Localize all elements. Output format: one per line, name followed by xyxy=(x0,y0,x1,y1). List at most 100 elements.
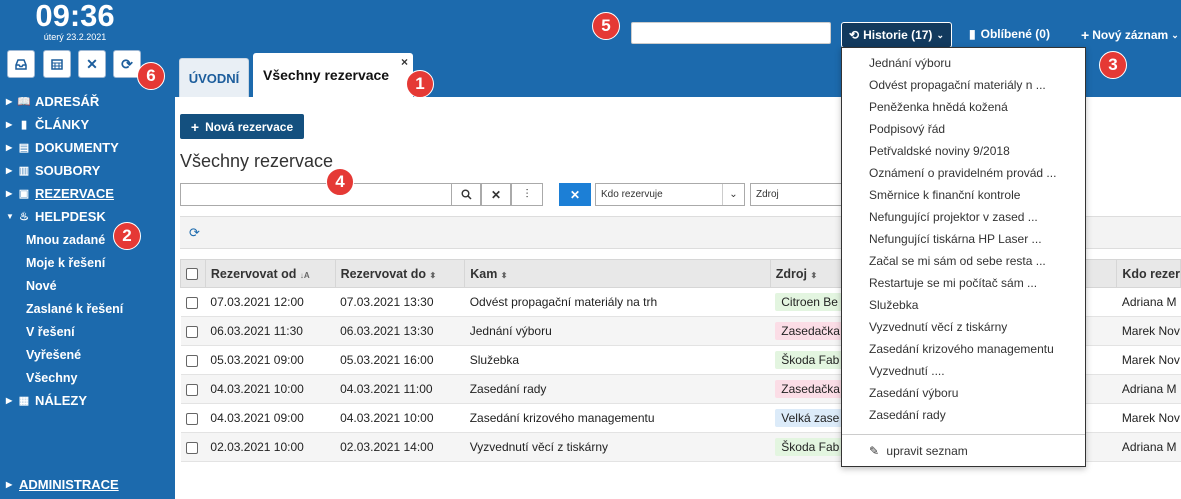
history-button[interactable]: ⟲ Historie (17) ⌄ xyxy=(841,22,952,48)
cell-who: Adriana M xyxy=(1116,432,1181,462)
helpdesk-sub-item[interactable]: Nové xyxy=(26,276,57,296)
chevron-down-icon: ⌄ xyxy=(936,29,944,40)
tab-uvodni[interactable]: ÚVODNÍ xyxy=(179,58,249,97)
history-menu-item[interactable]: Petřvaldské noviny 9/2018 xyxy=(869,144,1010,158)
cell-from: 02.03.2021 10:00 xyxy=(205,432,336,462)
history-menu-item[interactable]: Peněženka hnědá kožená xyxy=(869,100,1008,114)
history-menu-item[interactable]: Služebka xyxy=(869,298,918,312)
history-menu-item[interactable]: Zasedání krizového managementu xyxy=(869,342,1054,356)
search-input[interactable] xyxy=(180,183,452,206)
cell-who: Adriana M xyxy=(1116,287,1181,317)
history-menu-item[interactable]: Vyzvednutí .... xyxy=(869,364,945,378)
edit-list-menu-item[interactable]: ✎ upravit seznam xyxy=(869,444,968,458)
cell-where: Služebka xyxy=(464,345,771,375)
cell-to: 04.03.2021 11:00 xyxy=(335,374,465,404)
sidebar-item-clanky[interactable]: ▶ ▮ ČLÁNKY xyxy=(6,114,89,134)
clear-filter-button[interactable]: ✕ xyxy=(559,183,591,206)
callout-badge: 3 xyxy=(1099,51,1127,79)
sort-icon: ⬍ xyxy=(429,270,437,280)
sidebar-item-soubory[interactable]: ▶ ▥ SOUBORY xyxy=(6,160,100,180)
history-menu-item[interactable]: Podpisový řád xyxy=(869,122,945,136)
callout-badge: 5 xyxy=(592,12,620,40)
row-checkbox-cell[interactable] xyxy=(180,316,206,346)
history-menu-item[interactable]: Nefungující projektor v zased ... xyxy=(869,210,1038,224)
source-select[interactable]: Zdroj xyxy=(750,183,850,206)
inbox-icon xyxy=(15,59,27,70)
helpdesk-sub-item[interactable]: V řešení xyxy=(26,322,75,342)
sidebar-item-nalezy[interactable]: ▶ ▦ NÁLEZY xyxy=(6,390,87,410)
column-header-to[interactable]: Rezervovat do ⬍ xyxy=(334,259,466,288)
refresh-icon[interactable]: ⟳ xyxy=(189,225,200,241)
helpdesk-sub-item[interactable]: Mnou zadané xyxy=(26,230,105,250)
column-header-who[interactable]: Kdo rezer xyxy=(1116,259,1181,288)
source-tag: Škoda Fab xyxy=(775,438,846,456)
tab-vsechny-rezervace[interactable]: Všechny rezervace × xyxy=(253,53,413,97)
chevron-down-icon: ⌄ xyxy=(722,184,744,205)
favorites-button[interactable]: ▮ Oblíbené (0) xyxy=(969,27,1050,41)
cell-where: Vyzvednutí věcí z tiskárny xyxy=(464,432,771,462)
sidebar-item-dokumenty[interactable]: ▶ ▤ DOKUMENTY xyxy=(6,137,119,157)
inbox-button[interactable] xyxy=(7,50,35,78)
helpdesk-sub-item[interactable]: Vyřešené xyxy=(26,345,81,365)
calendar-button[interactable] xyxy=(43,50,71,78)
row-checkbox[interactable] xyxy=(185,354,198,367)
history-menu-item[interactable]: Směrnice k finanční kontrole xyxy=(869,188,1020,202)
filter-settings-button[interactable]: ⫶ xyxy=(511,183,543,206)
history-menu-item[interactable]: Zasedání rady xyxy=(869,408,946,422)
new-record-button[interactable]: + Nový záznam ⌄ xyxy=(1081,27,1179,43)
history-dropdown-menu: Jednání výboru Odvést propagační materiál… xyxy=(841,47,1086,467)
sort-desc-icon: ↓A xyxy=(299,270,310,280)
caret-right-icon: ▶ xyxy=(6,165,13,175)
history-menu-item[interactable]: Oznámení o pravidelném provád ... xyxy=(869,166,1056,180)
row-checkbox-cell[interactable] xyxy=(180,345,206,375)
cell-from: 04.03.2021 10:00 xyxy=(205,374,336,404)
sidebar-item-helpdesk[interactable]: ▼ ♨ HELPDESK xyxy=(6,206,106,226)
caret-right-icon: ▶ xyxy=(6,479,13,489)
who-reserves-select[interactable]: Kdo rezervuje ⌄ xyxy=(595,183,745,206)
column-header-from[interactable]: Rezervovat od ↓A xyxy=(204,259,336,288)
sidebar-item-adresar[interactable]: ▶ 📖 ADRESÁŘ xyxy=(6,91,99,111)
calendar-icon xyxy=(51,59,63,70)
search-button[interactable] xyxy=(451,183,481,206)
presentation-icon: ▣ xyxy=(18,187,30,200)
column-header-where[interactable]: Kam ⬍ xyxy=(464,259,771,288)
helpdesk-sub-item[interactable]: Všechny xyxy=(26,368,77,388)
close-all-button[interactable]: ✕ xyxy=(78,50,106,78)
tab-close-icon[interactable]: × xyxy=(401,55,408,69)
row-checkbox[interactable] xyxy=(185,325,198,338)
row-checkbox[interactable] xyxy=(185,412,198,425)
global-search-input[interactable] xyxy=(631,22,831,44)
cell-who: Marek Nov xyxy=(1116,345,1181,375)
history-menu-item[interactable]: Zasedání výboru xyxy=(869,386,958,400)
history-menu-item[interactable]: Vyzvednutí věcí z tiskárny xyxy=(869,320,1007,334)
select-all-checkbox[interactable] xyxy=(186,268,198,281)
history-menu-item[interactable]: Jednání výboru xyxy=(869,56,951,70)
history-menu-item[interactable]: Odvést propagační materiály n ... xyxy=(869,78,1046,92)
bookmark-icon: ▮ xyxy=(969,27,976,41)
cell-where: Zasedání krizového managementu xyxy=(464,403,771,433)
cell-to: 05.03.2021 16:00 xyxy=(335,345,465,375)
select-all-checkbox-cell[interactable] xyxy=(180,259,206,288)
refresh-icon: ⟳ xyxy=(121,55,133,72)
close-icon: ✕ xyxy=(86,55,98,72)
history-menu-item[interactable]: Začal se mi sám od sebe resta ... xyxy=(869,254,1046,268)
row-checkbox-cell[interactable] xyxy=(180,432,206,462)
row-checkbox-cell[interactable] xyxy=(180,287,206,317)
sidebar-item-administrace[interactable]: ▶ ADMINISTRACE xyxy=(6,474,119,494)
sidebar-item-rezervace[interactable]: ▶ ▣ REZERVACE xyxy=(6,183,114,203)
helpdesk-sub-item[interactable]: Zaslané k řešení xyxy=(26,299,123,319)
history-menu-item[interactable]: Restartuje se mi počítač sám ... xyxy=(869,276,1037,290)
cell-who: Adriana M xyxy=(1116,374,1181,404)
row-checkbox-cell[interactable] xyxy=(180,403,206,433)
clear-search-button[interactable]: ✕ xyxy=(481,183,511,206)
callout-badge: 4 xyxy=(326,168,354,196)
new-reservation-button[interactable]: + Nová rezervace xyxy=(180,114,304,139)
row-checkbox[interactable] xyxy=(185,383,198,396)
row-checkbox[interactable] xyxy=(185,296,198,309)
history-menu-item[interactable]: Nefungující tiskárna HP Laser ... xyxy=(869,232,1042,246)
sort-icon: ⬍ xyxy=(500,270,508,280)
row-checkbox[interactable] xyxy=(185,441,198,454)
helpdesk-sub-item[interactable]: Moje k řešení xyxy=(26,253,105,273)
row-checkbox-cell[interactable] xyxy=(180,374,206,404)
cell-where: Zasedání rady xyxy=(464,374,771,404)
